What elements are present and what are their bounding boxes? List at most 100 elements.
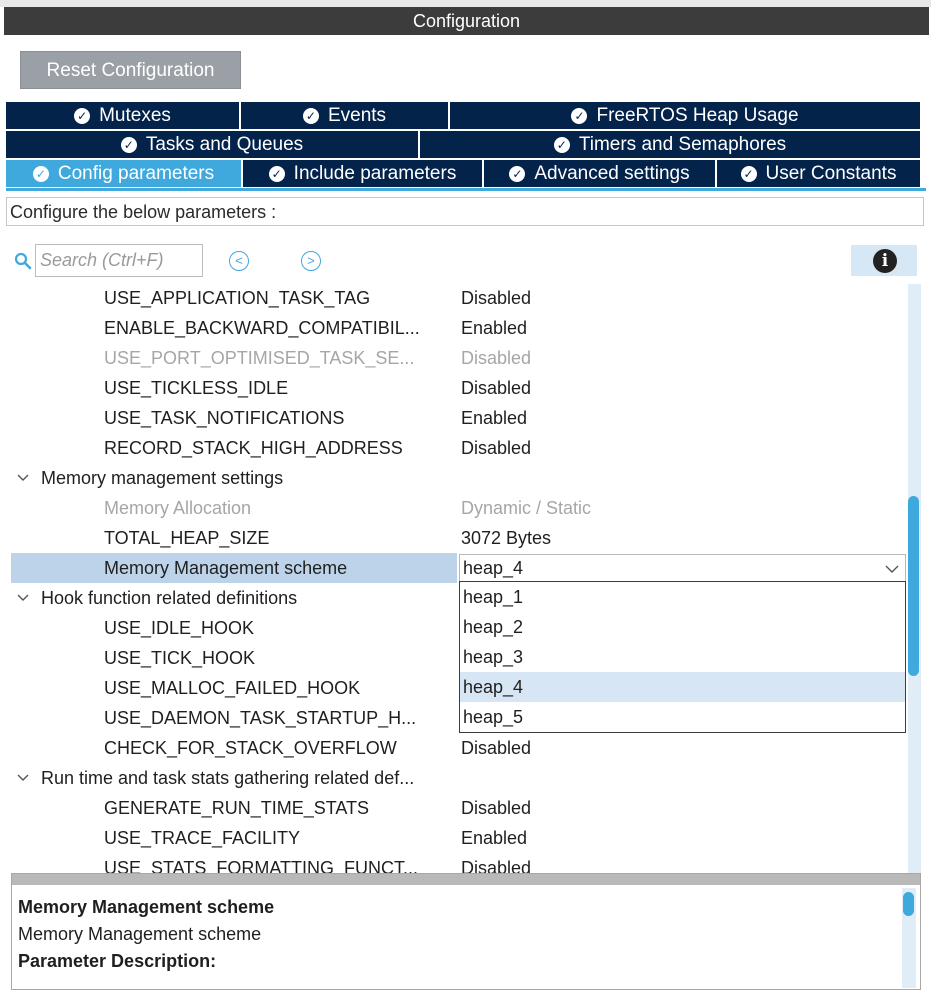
tab-label: Advanced settings — [534, 162, 690, 184]
param-row[interactable]: USE_TICKLESS_IDLE Disabled — [0, 373, 908, 403]
param-row[interactable]: USE_STATS_FORMATTING_FUNCT... Disabled — [0, 853, 908, 875]
param-name: Memory Management scheme — [104, 558, 348, 578]
param-name: GENERATE_RUN_TIME_STATS — [104, 798, 370, 818]
search-input[interactable]: Search (Ctrl+F) — [35, 244, 203, 277]
check-circle-icon: ✓ — [571, 107, 588, 124]
tree-scrollbar-thumb[interactable] — [908, 496, 919, 676]
dropdown-option[interactable]: heap_3 — [460, 642, 905, 672]
tab-label: Timers and Semaphores — [578, 133, 787, 155]
tab-label: Mutexes — [99, 104, 171, 126]
tab-label: User Constants — [765, 162, 897, 184]
param-row[interactable]: USE_PORT_OPTIMISED_TASK_SE... Disabled — [0, 343, 908, 373]
parameter-tree[interactable]: USE_APPLICATION_TASK_TAG Disabled ENABLE… — [0, 283, 908, 875]
tab-tasks-and-queues[interactable]: ✓ Tasks and Queues — [6, 131, 420, 158]
memory-scheme-dropdown[interactable]: heap_1 heap_2 heap_3 heap_4 heap_5 — [459, 581, 906, 733]
check-circle-icon: ✓ — [268, 165, 285, 182]
dropdown-option[interactable]: heap_5 — [460, 702, 905, 732]
dropdown-option-selected[interactable]: heap_4 — [460, 672, 905, 702]
param-value: Enabled — [461, 318, 528, 338]
tab-label: FreeRTOS Heap Usage — [596, 104, 799, 126]
param-name: USE_TASK_NOTIFICATIONS — [104, 408, 345, 428]
chevron-down-icon[interactable] — [16, 772, 30, 784]
group-label: Memory management settings — [41, 468, 284, 488]
param-value: Disabled — [461, 858, 532, 875]
info-icon: i — [873, 249, 897, 273]
tab-label: Tasks and Queues — [145, 133, 304, 155]
param-value: Disabled — [461, 438, 532, 458]
check-circle-icon: ✓ — [120, 136, 137, 153]
param-value: Disabled — [461, 288, 532, 308]
info-button[interactable]: i — [851, 245, 917, 276]
tab-events[interactable]: ✓ Events — [241, 102, 450, 129]
description-scrollbar-thumb[interactable] — [903, 892, 914, 916]
check-circle-icon: ✓ — [32, 165, 49, 182]
tab-advanced-settings[interactable]: ✓ Advanced settings — [484, 160, 717, 187]
param-value: Enabled — [461, 408, 528, 428]
memory-scheme-select[interactable]: heap_4 — [459, 554, 906, 582]
check-circle-icon: ✓ — [509, 165, 526, 182]
select-value: heap_4 — [463, 558, 524, 578]
param-value: Disabled — [461, 738, 532, 758]
tab-user-constants[interactable]: ✓ User Constants — [717, 160, 920, 187]
group-memory-management[interactable]: Memory management settings — [0, 463, 908, 493]
param-name: USE_MALLOC_FAILED_HOOK — [104, 678, 361, 698]
chevron-down-icon — [885, 565, 899, 573]
param-name: USE_TICKLESS_IDLE — [104, 378, 289, 398]
tab-config-parameters[interactable]: ✓ Config parameters — [6, 160, 243, 187]
tab-mutexes[interactable]: ✓ Mutexes — [6, 102, 241, 129]
chevron-right-icon: > — [307, 253, 315, 268]
param-value: Enabled — [461, 828, 528, 848]
next-match-button[interactable]: > — [301, 251, 321, 271]
param-name: ENABLE_BACKWARD_COMPATIBIL... — [104, 318, 420, 338]
param-name: RECORD_STACK_HIGH_ADDRESS — [104, 438, 403, 458]
check-circle-icon: ✓ — [740, 165, 757, 182]
param-row[interactable]: USE_APPLICATION_TASK_TAG Disabled — [0, 283, 908, 313]
param-name: USE_DAEMON_TASK_STARTUP_H... — [104, 708, 417, 728]
tab-timers-and-semaphores[interactable]: ✓ Timers and Semaphores — [420, 131, 920, 158]
param-value: Disabled — [461, 378, 532, 398]
param-value: 3072 Bytes — [461, 528, 552, 548]
tab-label: Include parameters — [293, 162, 457, 184]
param-value: Disabled — [461, 798, 532, 818]
reset-configuration-button[interactable]: Reset Configuration — [20, 51, 241, 89]
param-value: Disabled — [461, 348, 532, 368]
param-row[interactable]: GENERATE_RUN_TIME_STATS Disabled — [0, 793, 908, 823]
group-label: Hook function related definitions — [41, 588, 298, 608]
param-row[interactable]: CHECK_FOR_STACK_OVERFLOW Disabled — [0, 733, 908, 763]
param-row[interactable]: USE_TRACE_FACILITY Enabled — [0, 823, 908, 853]
description-section-heading: Parameter Description: — [18, 951, 217, 971]
description-subtitle: Memory Management scheme — [18, 924, 262, 944]
window-title: Configuration — [4, 7, 929, 35]
param-name: USE_IDLE_HOOK — [104, 618, 255, 638]
description-splitter[interactable] — [12, 874, 920, 885]
dropdown-option[interactable]: heap_2 — [460, 612, 905, 642]
param-row[interactable]: USE_TASK_NOTIFICATIONS Enabled — [0, 403, 908, 433]
tab-freertos-heap-usage[interactable]: ✓ FreeRTOS Heap Usage — [450, 102, 920, 129]
param-name: USE_TRACE_FACILITY — [104, 828, 301, 848]
param-name: TOTAL_HEAP_SIZE — [104, 528, 270, 548]
chevron-down-icon[interactable] — [16, 472, 30, 484]
search-icon — [14, 252, 32, 270]
param-name: USE_TICK_HOOK — [104, 648, 256, 668]
param-row[interactable]: TOTAL_HEAP_SIZE 3072 Bytes — [0, 523, 908, 553]
previous-match-button[interactable]: < — [229, 251, 249, 271]
param-row[interactable]: Memory Allocation Dynamic / Static — [0, 493, 908, 523]
chevron-down-icon[interactable] — [16, 592, 30, 604]
window-frame — [0, 0, 931, 7]
param-row[interactable]: RECORD_STACK_HIGH_ADDRESS Disabled — [0, 433, 908, 463]
chevron-left-icon: < — [235, 253, 243, 268]
check-circle-icon: ✓ — [74, 107, 91, 124]
param-name: USE_STATS_FORMATTING_FUNCT... — [104, 858, 419, 875]
tab-label: Config parameters — [57, 162, 215, 184]
param-row[interactable]: ENABLE_BACKWARD_COMPATIBIL... Enabled — [0, 313, 908, 343]
check-circle-icon: ✓ — [302, 107, 319, 124]
group-run-time-stats[interactable]: Run time and task stats gathering relate… — [0, 763, 908, 793]
instructions-text: Configure the below parameters : — [6, 197, 924, 226]
description-panel: Memory Management scheme Memory Manageme… — [11, 873, 921, 990]
param-name: USE_APPLICATION_TASK_TAG — [104, 288, 371, 308]
tab-label: Events — [327, 104, 387, 126]
tab-include-parameters[interactable]: ✓ Include parameters — [243, 160, 484, 187]
description-title: Memory Management scheme — [18, 897, 275, 917]
dropdown-option[interactable]: heap_1 — [460, 582, 905, 612]
param-name: Memory Allocation — [104, 498, 252, 518]
